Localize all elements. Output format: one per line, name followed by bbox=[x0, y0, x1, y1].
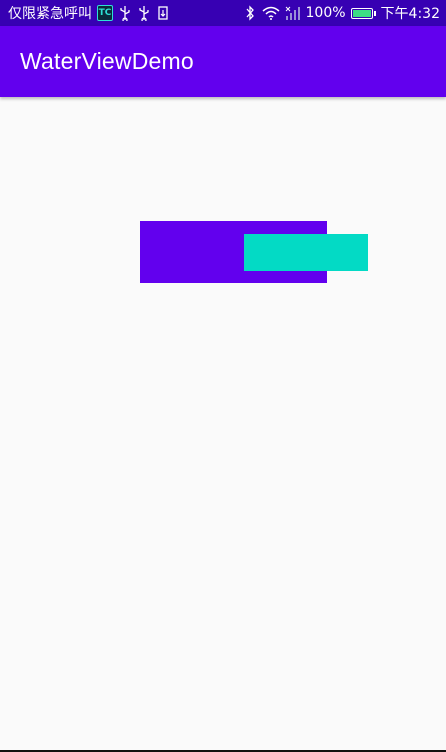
status-right: 100% 下午4:32 bbox=[243, 3, 440, 23]
battery-icon bbox=[350, 7, 376, 19]
tc-app-icon: TC bbox=[97, 5, 113, 21]
app-title: WaterViewDemo bbox=[20, 48, 194, 74]
wave-block bbox=[244, 234, 368, 271]
carrier-text: 仅限紧急呼叫 bbox=[8, 6, 92, 22]
download-icon bbox=[156, 5, 170, 21]
clock-time: 下午4:32 bbox=[380, 6, 440, 22]
usb-icon bbox=[137, 5, 151, 21]
water-view[interactable] bbox=[140, 221, 368, 283]
signal-icon bbox=[285, 5, 301, 21]
wifi-icon bbox=[262, 5, 280, 21]
main-content bbox=[0, 97, 446, 750]
app-bar: WaterViewDemo bbox=[0, 26, 446, 97]
status-bar: 仅限紧急呼叫 TC 100% 下午4:32 bbox=[0, 0, 446, 26]
battery-percent: 100% bbox=[305, 5, 346, 21]
status-left: 仅限紧急呼叫 TC bbox=[8, 3, 170, 23]
bluetooth-icon bbox=[243, 5, 257, 21]
usb-icon bbox=[118, 5, 132, 21]
